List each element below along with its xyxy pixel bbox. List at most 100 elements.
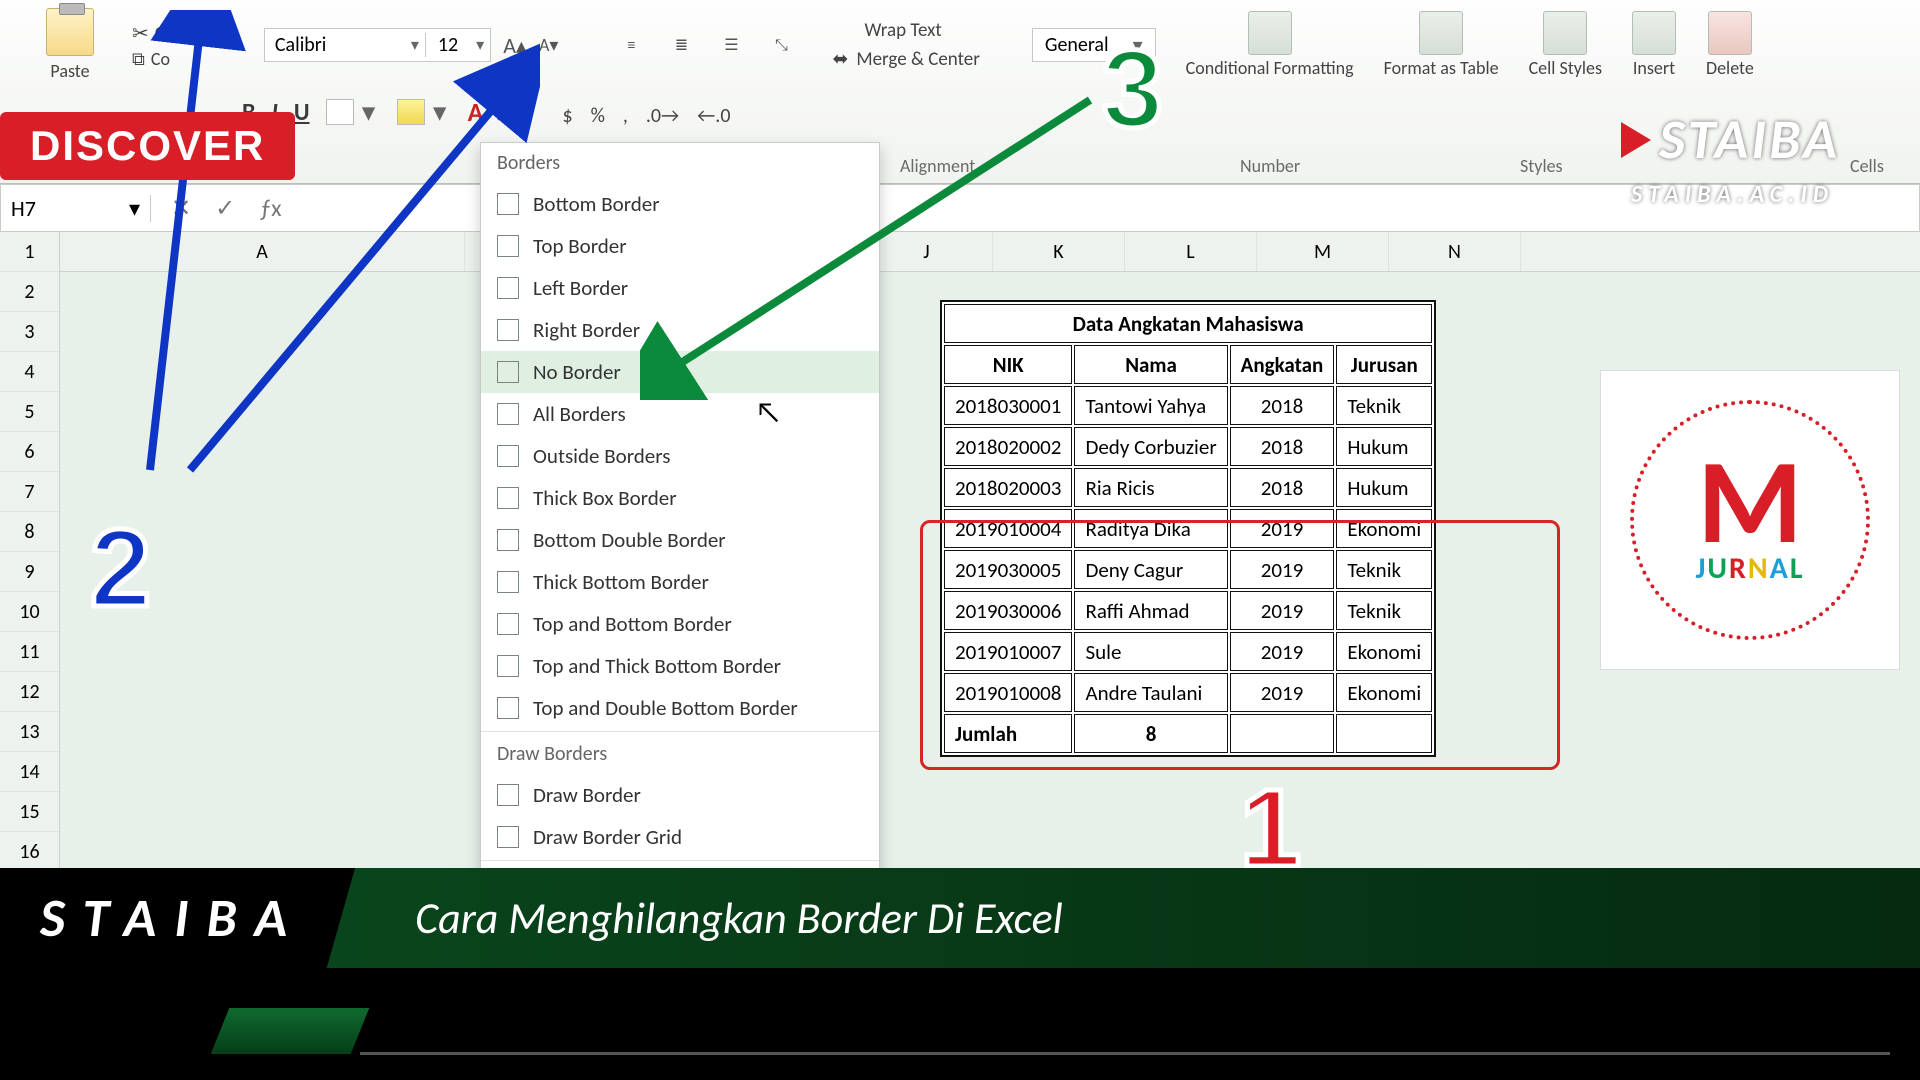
- decrease-decimal-icon[interactable]: ←.0: [697, 104, 730, 128]
- table-cell[interactable]: Ekonomi: [1336, 632, 1432, 671]
- table-cell[interactable]: Andre Taulani: [1074, 673, 1227, 712]
- border-option[interactable]: Top and Thick Bottom Border: [481, 645, 879, 687]
- align-mid-icon[interactable]: ≣: [662, 26, 700, 64]
- table-cell[interactable]: 2018: [1230, 386, 1335, 425]
- draw-border-option[interactable]: Draw Border Grid: [481, 816, 879, 858]
- align-top-icon[interactable]: ≡: [612, 26, 650, 64]
- table-cell[interactable]: 2018: [1230, 427, 1335, 466]
- enter-icon[interactable]: ✓: [215, 194, 235, 223]
- row-header[interactable]: 15: [0, 792, 59, 832]
- row-header[interactable]: 2: [0, 272, 59, 312]
- cut-button[interactable]: ✂Cut: [132, 21, 180, 46]
- border-option[interactable]: Top and Bottom Border: [481, 603, 879, 645]
- table-cell[interactable]: 2019030005: [944, 550, 1072, 589]
- row-header[interactable]: 3: [0, 312, 59, 352]
- name-box[interactable]: H7 ▾: [1, 195, 151, 222]
- table-cell[interactable]: Hukum: [1336, 468, 1432, 507]
- border-option[interactable]: Top Border: [481, 225, 879, 267]
- table-cell[interactable]: 2018: [1230, 468, 1335, 507]
- border-option[interactable]: Outside Borders: [481, 435, 879, 477]
- border-option[interactable]: Left Border: [481, 267, 879, 309]
- insert-button[interactable]: Insert: [1632, 11, 1676, 79]
- table-cell[interactable]: Teknik: [1336, 591, 1432, 630]
- table-cell[interactable]: Hukum: [1336, 427, 1432, 466]
- row-header[interactable]: 8: [0, 512, 59, 552]
- column-header[interactable]: N: [1389, 232, 1521, 271]
- draw-border-option[interactable]: Draw Border: [481, 774, 879, 816]
- border-option[interactable]: Right Border: [481, 309, 879, 351]
- table-cell[interactable]: Teknik: [1336, 550, 1432, 589]
- border-option[interactable]: Bottom Border: [481, 183, 879, 225]
- cancel-icon[interactable]: ✕: [171, 194, 191, 223]
- increase-font-icon[interactable]: A▴: [503, 32, 527, 59]
- currency-button[interactable]: $: [562, 104, 572, 128]
- font-color-button[interactable]: A▾: [468, 96, 511, 128]
- row-header[interactable]: 13: [0, 712, 59, 752]
- table-cell[interactable]: 2019: [1230, 632, 1335, 671]
- row-header[interactable]: 4: [0, 352, 59, 392]
- table-cell[interactable]: 2019010007: [944, 632, 1072, 671]
- table-cell[interactable]: 2018030001: [944, 386, 1072, 425]
- table-cell[interactable]: 2019: [1230, 550, 1335, 589]
- font-name-select[interactable]: Calibri ▾ 12 ▾: [264, 28, 491, 62]
- column-header[interactable]: L: [1125, 232, 1257, 271]
- comma-button[interactable]: ,: [623, 104, 628, 128]
- align-bot-icon[interactable]: ☰: [712, 26, 750, 64]
- table-cell[interactable]: Ria Ricis: [1074, 468, 1227, 507]
- merge-center-button[interactable]: ⬌Merge & Center: [832, 48, 979, 71]
- row-header[interactable]: 14: [0, 752, 59, 792]
- fill-color-button[interactable]: ▾: [397, 98, 452, 127]
- orientation-icon[interactable]: ⤡: [762, 26, 800, 64]
- copy-button[interactable]: ⧉Co: [132, 48, 180, 70]
- column-headers: ABHIJKLMN: [60, 232, 1920, 272]
- border-option[interactable]: Thick Bottom Border: [481, 561, 879, 603]
- border-option[interactable]: Top and Double Bottom Border: [481, 687, 879, 729]
- column-header[interactable]: K: [993, 232, 1125, 271]
- conditional-formatting-button[interactable]: Conditional Formatting: [1186, 11, 1354, 79]
- decrease-font-icon[interactable]: A▾: [539, 34, 558, 56]
- table-cell[interactable]: Teknik: [1336, 386, 1432, 425]
- table-cell[interactable]: Ekonomi: [1336, 509, 1432, 548]
- column-header[interactable]: J: [861, 232, 993, 271]
- table-cell[interactable]: Ekonomi: [1336, 673, 1432, 712]
- row-header[interactable]: 5: [0, 392, 59, 432]
- table-cell[interactable]: Sule: [1074, 632, 1227, 671]
- table-cell[interactable]: 2019: [1230, 591, 1335, 630]
- row-header[interactable]: 7: [0, 472, 59, 512]
- row-header[interactable]: 1: [0, 232, 59, 272]
- border-option[interactable]: Bottom Double Border: [481, 519, 879, 561]
- table-cell[interactable]: 2018020003: [944, 468, 1072, 507]
- border-button[interactable]: ▾: [326, 98, 381, 127]
- table-cell[interactable]: Tantowi Yahya: [1074, 386, 1227, 425]
- row-header[interactable]: 6: [0, 432, 59, 472]
- table-cell[interactable]: 2019030006: [944, 591, 1072, 630]
- format-as-table-button[interactable]: Format as Table: [1384, 11, 1499, 79]
- table-cell[interactable]: Deny Cagur: [1074, 550, 1227, 589]
- table-cell[interactable]: 2019: [1230, 509, 1335, 548]
- row-header[interactable]: 16: [0, 832, 59, 872]
- wrap-text-button[interactable]: Wrap Text: [832, 19, 979, 42]
- fx-icon[interactable]: ƒx: [259, 194, 281, 223]
- border-option[interactable]: Thick Box Border: [481, 477, 879, 519]
- increase-decimal-icon[interactable]: .0→: [646, 104, 679, 128]
- row-header[interactable]: 10: [0, 592, 59, 632]
- cell-styles-button[interactable]: Cell Styles: [1529, 11, 1602, 79]
- underline-button[interactable]: U: [294, 98, 310, 127]
- table-cell[interactable]: 2019: [1230, 673, 1335, 712]
- row-header[interactable]: 12: [0, 672, 59, 712]
- table-cell[interactable]: 2019010004: [944, 509, 1072, 548]
- column-header[interactable]: A: [60, 232, 465, 271]
- border-option[interactable]: All Borders: [481, 393, 879, 435]
- row-header[interactable]: 11: [0, 632, 59, 672]
- table-cell[interactable]: Dedy Corbuzier: [1074, 427, 1227, 466]
- table-cell[interactable]: Raditya Dika: [1074, 509, 1227, 548]
- table-cell[interactable]: Raffi Ahmad: [1074, 591, 1227, 630]
- table-cell[interactable]: 2018020002: [944, 427, 1072, 466]
- delete-button[interactable]: Delete: [1706, 11, 1754, 79]
- row-header[interactable]: 9: [0, 552, 59, 592]
- table-cell[interactable]: 2019010008: [944, 673, 1072, 712]
- border-option[interactable]: No Border: [481, 351, 879, 393]
- column-header[interactable]: M: [1257, 232, 1389, 271]
- percent-button[interactable]: %: [591, 104, 605, 128]
- paste-button[interactable]: Paste: [30, 8, 110, 82]
